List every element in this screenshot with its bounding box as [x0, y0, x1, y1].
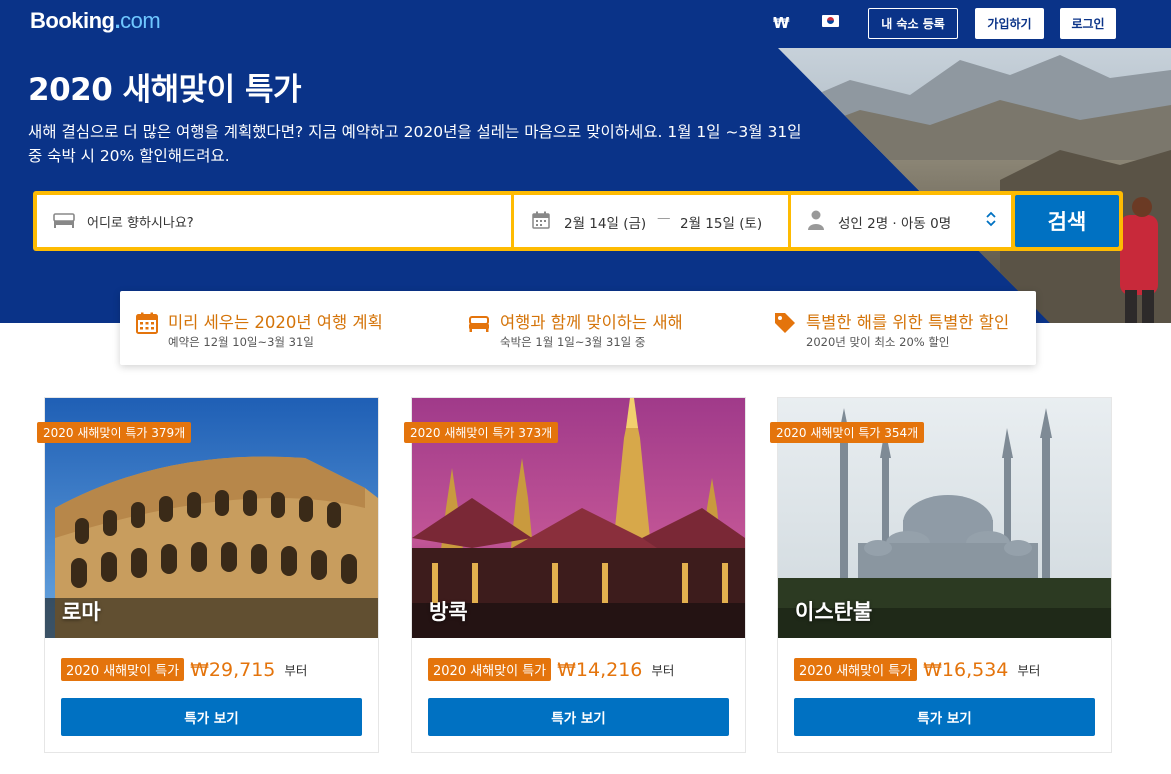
deal-label: 2020 새해맞이 특가 — [61, 658, 185, 681]
perk-subtitle: 예약은 12월 10일~3월 31일 — [168, 335, 314, 349]
page-title: 2020 새해맞이 특가 — [28, 72, 301, 108]
hero-banner: Booking.com ₩ 내 숙소 등록 가입하기 로그인 2020 새해맞이… — [0, 0, 1171, 323]
price-from: 부터 — [284, 663, 308, 678]
perk-title: 특별한 해를 위한 특별한 할인 — [806, 313, 1010, 332]
price: ₩29,715 — [190, 658, 276, 681]
perk-title: 여행과 함께 맞이하는 새해 — [500, 313, 683, 332]
destination-input[interactable]: 어디로 향하시나요? — [87, 212, 194, 231]
chevron-updown-icon[interactable] — [985, 209, 997, 229]
top-navigation: Booking.com ₩ 내 숙소 등록 가입하기 로그인 — [0, 0, 1171, 48]
kr-flag-icon[interactable] — [822, 15, 839, 27]
list-property-button[interactable]: 내 숙소 등록 — [868, 8, 958, 39]
price-from: 부터 — [651, 663, 675, 678]
checkout-date[interactable]: 2월 15일 (토) — [680, 212, 762, 232]
city-name: 로마 — [62, 600, 101, 624]
deals-count-badge: 2020 새해맞이 특가 354개 — [770, 422, 925, 443]
currency-selector[interactable]: ₩ — [773, 14, 790, 32]
perk-subtitle: 2020년 맞이 최소 20% 할인 — [806, 335, 950, 349]
city-name: 방콕 — [429, 600, 468, 624]
guests-summary[interactable]: 성인 2명 · 아동 0명 — [838, 212, 951, 232]
tag-icon — [775, 313, 795, 333]
perk-subtitle: 숙박은 1월 1일~3월 31일 중 — [500, 335, 646, 349]
search-button[interactable]: 검색 — [1015, 195, 1119, 247]
deal-label: 2020 새해맞이 특가 — [794, 658, 918, 681]
bed-icon — [53, 213, 75, 228]
calendar-icon — [532, 211, 550, 229]
price: ₩16,534 — [923, 658, 1009, 681]
deal-label: 2020 새해맞이 특가 — [428, 658, 552, 681]
guests-field[interactable]: 성인 2명 · 아동 0명 — [791, 195, 1011, 247]
deal-card-bangkok[interactable]: 방콕 2020 새해맞이 특가 ₩14,216 부터 특가 보기 — [411, 397, 746, 753]
deal-card-istanbul[interactable]: 이스탄불 2020 새해맞이 특가 ₩16,534 부터 특가 보기 — [777, 397, 1112, 753]
destination-field[interactable]: 어디로 향하시나요? — [37, 195, 511, 247]
date-field[interactable]: 2월 14일 (금) — 2월 15일 (토) — [514, 195, 788, 247]
view-deals-button[interactable]: 특가 보기 — [794, 698, 1095, 736]
register-button[interactable]: 가입하기 — [975, 8, 1044, 39]
hero-subtitle: 새해 결심으로 더 많은 여행을 계획했다면? 지금 예약하고 2020년을 설… — [28, 123, 802, 165]
price-from: 부터 — [1017, 663, 1041, 678]
price: ₩14,216 — [557, 658, 643, 681]
deal-card-rome[interactable]: 로마 2020 새해맞이 특가 ₩29,715 부터 특가 보기 — [44, 397, 379, 753]
sign-in-button[interactable]: 로그인 — [1060, 8, 1116, 39]
date-separator: — — [657, 210, 671, 226]
view-deals-button[interactable]: 특가 보기 — [428, 698, 729, 736]
perk-title: 미리 세우는 2020년 여행 계획 — [168, 313, 383, 332]
deals-count-badge: 2020 새해맞이 특가 379개 — [37, 422, 192, 443]
price-row: 2020 새해맞이 특가 ₩14,216 부터 — [428, 658, 674, 681]
search-bar: 어디로 향하시나요? 2월 14일 (금) — 2월 15일 (토) 성인 2명… — [33, 191, 1123, 251]
price-row: 2020 새해맞이 특가 ₩16,534 부터 — [794, 658, 1040, 681]
calendar-icon — [136, 312, 158, 334]
deals-count-badge: 2020 새해맞이 특가 373개 — [404, 422, 559, 443]
perks-panel: 미리 세우는 2020년 여행 계획 예약은 12월 10일~3월 31일 여행… — [120, 291, 1036, 365]
booking-logo[interactable]: Booking.com — [30, 8, 161, 34]
city-name: 이스탄불 — [795, 600, 873, 624]
view-deals-button[interactable]: 특가 보기 — [61, 698, 362, 736]
bed-icon — [469, 316, 489, 332]
price-row: 2020 새해맞이 특가 ₩29,715 부터 — [61, 658, 307, 681]
person-icon — [808, 210, 824, 230]
checkin-date[interactable]: 2월 14일 (금) — [564, 212, 646, 232]
